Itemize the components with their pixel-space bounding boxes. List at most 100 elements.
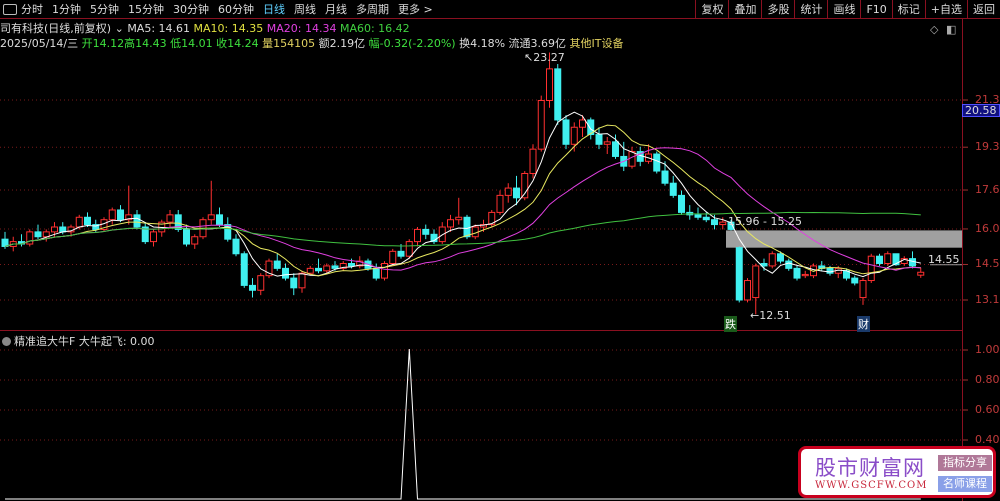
axis-divider: [962, 19, 963, 501]
float-cap: 流通3.69亿: [508, 37, 567, 50]
candle-body: [323, 265, 331, 272]
candle-body: [34, 231, 42, 238]
toolbar-button[interactable]: F10: [860, 0, 891, 19]
candle-body: [166, 214, 174, 223]
candle-body: [711, 219, 718, 226]
sector[interactable]: 其他IT设备: [570, 37, 624, 50]
candle-body: [117, 209, 124, 221]
candle-body: [257, 275, 265, 291]
peak-value: 23.27: [533, 51, 565, 64]
dropdown-icon[interactable]: ⌄: [115, 22, 124, 35]
candle-body: [793, 267, 801, 279]
low: 低14.01: [170, 37, 213, 50]
indicator-axis-label: 0.60: [975, 403, 1000, 416]
ma20-label: MA20: 14.34: [266, 22, 337, 35]
tab-period[interactable]: 月线: [325, 3, 347, 16]
candle-body: [529, 148, 537, 174]
tab-period[interactable]: 30分钟: [173, 3, 209, 16]
candle-body: [372, 267, 380, 279]
volume: 量154105: [262, 37, 316, 50]
candle-body: [306, 267, 314, 274]
tab-period[interactable]: 更多 >: [398, 3, 433, 16]
change: 幅-0.32(-2.20%): [368, 37, 456, 50]
candle-body: [669, 182, 677, 196]
candle-body: [785, 260, 793, 269]
candle-body: [554, 68, 562, 121]
candle-body: [884, 253, 892, 264]
indicator-axis-label: 0.40: [975, 433, 1000, 446]
indicator-share-button[interactable]: 指标分享: [938, 455, 992, 471]
tab-period[interactable]: 5分钟: [90, 3, 119, 16]
toolbar-button[interactable]: 标记: [891, 0, 925, 19]
open: 开14.12: [81, 37, 125, 50]
candle-body: [75, 216, 83, 228]
stock-name[interactable]: 司有科技(日线,前复权): [0, 22, 111, 35]
gap-band: [726, 230, 962, 248]
candle-body: [183, 228, 190, 245]
candle-body: [777, 253, 784, 262]
indicator-menu-icon[interactable]: [2, 337, 11, 346]
candle-body: [917, 271, 925, 276]
toolbar-button[interactable]: 多股: [761, 0, 794, 19]
candle-body: [612, 141, 619, 157]
panel-toggle-icon[interactable]: [3, 3, 17, 15]
tab-period[interactable]: 日线: [263, 3, 285, 16]
ma10-label: MA10: 14.35: [193, 22, 264, 35]
candle-body: [282, 267, 289, 279]
toolbar-button[interactable]: 画线: [827, 0, 860, 19]
trough-value: 12.51: [759, 309, 791, 322]
candle-body: [595, 134, 603, 145]
toolbar-button[interactable]: 统计: [794, 0, 827, 19]
candle-body: [735, 247, 743, 301]
peak-annotation: ↖23.27: [524, 51, 565, 64]
tab-period[interactable]: 多周期: [356, 3, 389, 16]
panel-separator[interactable]: [0, 330, 962, 331]
wealth-tag[interactable]: 财: [857, 316, 870, 332]
tab-period[interactable]: 60分钟: [218, 3, 254, 16]
panel-icon[interactable]: ◧: [946, 23, 956, 36]
candle-body: [719, 221, 727, 226]
candle-body: [397, 250, 405, 257]
tab-period[interactable]: 周线: [294, 3, 316, 16]
toolbar-button[interactable]: 叠加: [728, 0, 761, 19]
toolbar-button[interactable]: +自选: [924, 0, 967, 19]
candle-body: [678, 194, 685, 213]
fall-tag[interactable]: 跌: [724, 316, 737, 332]
watermark-url: WWW.GSCFW.COM: [815, 480, 928, 491]
candle-body: [513, 187, 520, 199]
candle-body: [653, 153, 661, 172]
candle-body: [414, 228, 421, 243]
teacher-course-button[interactable]: 名师课程: [938, 476, 992, 492]
candle-body: [232, 238, 240, 255]
trough-annotation: ←12.51: [750, 309, 791, 322]
candle-body: [84, 216, 91, 226]
diamond-icon[interactable]: ◇: [930, 23, 938, 36]
candle-body: [546, 68, 553, 101]
toolbar-button[interactable]: 返回: [967, 0, 1000, 19]
candle-body: [422, 228, 430, 235]
tab-period[interactable]: 15分钟: [128, 3, 164, 16]
candle-body: [537, 99, 545, 150]
candle-body: [628, 151, 636, 167]
tab-period[interactable]: 1分钟: [52, 3, 81, 16]
tab-period[interactable]: 分时: [21, 3, 43, 16]
candle-body: [133, 214, 141, 228]
candlestick-chart[interactable]: [0, 0, 1000, 501]
candle-body: [348, 262, 355, 267]
candle-body: [579, 119, 586, 128]
candle-body: [909, 258, 916, 267]
candle-body: [331, 265, 339, 269]
candle-body: [867, 255, 875, 282]
indicator-name[interactable]: 精准追大牛F: [14, 335, 75, 348]
last-price-annotation: 14.55: [928, 253, 960, 266]
indicator-axis-label: 0.80: [975, 373, 1000, 386]
date: 2025/05/14/三: [0, 37, 79, 50]
candle-body: [249, 284, 256, 291]
toolbar-button[interactable]: 复权: [695, 0, 728, 19]
candle-body: [273, 260, 281, 269]
candle-body: [59, 226, 67, 233]
ma-legend: 司有科技(日线,前复权) ⌄ MA5: 14.61 MA10: 14.35 MA…: [0, 20, 410, 36]
candle-body: [405, 241, 413, 257]
candle-body: [447, 219, 454, 228]
candle-body: [876, 255, 883, 264]
